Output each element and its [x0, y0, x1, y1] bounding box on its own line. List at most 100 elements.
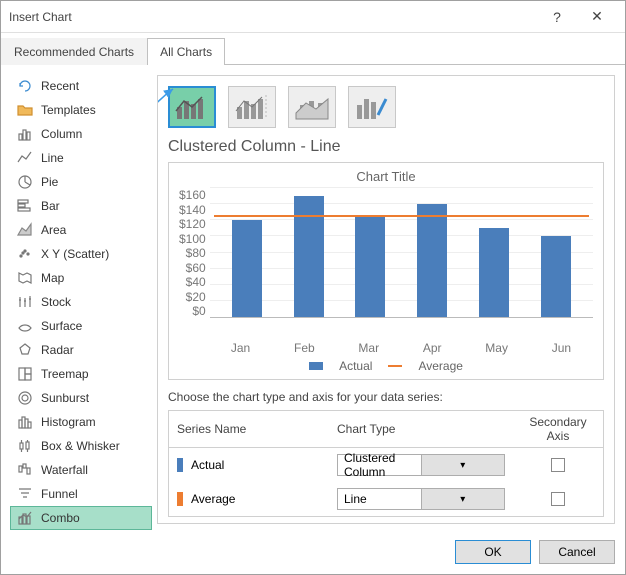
sidebar-item-label: Box & Whisker	[41, 439, 120, 453]
sidebar-item-box-whisker[interactable]: Box & Whisker	[11, 435, 151, 457]
sidebar-item-stock[interactable]: Stock	[11, 291, 151, 313]
header-series-name: Series Name	[169, 418, 329, 440]
dialog-title: Insert Chart	[9, 10, 537, 24]
sidebar-item-waterfall[interactable]: Waterfall	[11, 459, 151, 481]
bar-chart-icon	[17, 198, 33, 214]
stock-chart-icon	[17, 294, 33, 310]
waterfall-chart-icon	[17, 462, 33, 478]
sidebar-item-label: Line	[41, 151, 64, 165]
sidebar-item-bar[interactable]: Bar	[11, 195, 151, 217]
sidebar-item-label: Map	[41, 271, 64, 285]
tab-strip: Recommended Charts All Charts	[1, 33, 625, 65]
recent-icon	[17, 78, 33, 94]
scatter-chart-icon	[17, 246, 33, 262]
sidebar-item-recent[interactable]: Recent	[11, 75, 151, 97]
sidebar-item-label: Funnel	[41, 487, 78, 501]
chart-type-select-average[interactable]: Line▾	[337, 488, 505, 510]
title-bar: Insert Chart ? ✕	[1, 1, 625, 33]
column-chart-icon	[17, 126, 33, 142]
sidebar-item-label: X Y (Scatter)	[41, 247, 109, 261]
series-config-prompt: Choose the chart type and axis for your …	[168, 390, 604, 404]
radar-chart-icon	[17, 342, 33, 358]
sidebar-item-funnel[interactable]: Funnel	[11, 483, 151, 505]
series-name-label: Average	[191, 492, 235, 506]
subtype-custom-combo[interactable]	[348, 86, 396, 128]
cancel-button[interactable]: Cancel	[539, 540, 615, 564]
sidebar-item-pie[interactable]: Pie	[11, 171, 151, 193]
sidebar-item-label: Histogram	[41, 415, 96, 429]
header-secondary-axis: Secondary Axis	[513, 411, 603, 447]
sidebar-item-label: Bar	[41, 199, 60, 213]
secondary-axis-checkbox-average[interactable]	[551, 492, 565, 506]
series-config-table: Series Name Chart Type Secondary Axis Ac…	[168, 410, 604, 517]
series-name-label: Actual	[191, 458, 224, 472]
sidebar-item-label: Area	[41, 223, 66, 237]
help-button[interactable]: ?	[537, 9, 577, 25]
tab-recommended-charts[interactable]: Recommended Charts	[1, 38, 147, 65]
treemap-chart-icon	[17, 366, 33, 382]
close-button[interactable]: ✕	[577, 8, 617, 25]
secondary-axis-checkbox-actual[interactable]	[551, 458, 565, 472]
sidebar-item-label: Radar	[41, 343, 74, 357]
sidebar-item-label: Pie	[41, 175, 58, 189]
sidebar-item-column[interactable]: Column	[11, 123, 151, 145]
series-row-average: Average Line▾	[169, 482, 603, 516]
ok-button[interactable]: OK	[455, 540, 531, 564]
sidebar-item-surface[interactable]: Surface	[11, 315, 151, 337]
sidebar-item-sunburst[interactable]: Sunburst	[11, 387, 151, 409]
sidebar-item-treemap[interactable]: Treemap	[11, 363, 151, 385]
box-whisker-icon	[17, 438, 33, 454]
chart-category-list: Recent Templates Column Line Pie Bar Are…	[11, 75, 151, 524]
sunburst-chart-icon	[17, 390, 33, 406]
sidebar-item-label: Column	[41, 127, 82, 141]
sidebar-item-scatter[interactable]: X Y (Scatter)	[11, 243, 151, 265]
chart-legend: Actual Average	[179, 359, 593, 373]
series-chip-average	[177, 492, 183, 506]
subtype-stacked-area-column[interactable]	[288, 86, 336, 128]
sidebar-item-templates[interactable]: Templates	[11, 99, 151, 121]
chevron-down-icon: ▾	[421, 455, 505, 475]
chevron-down-icon: ▾	[421, 489, 505, 509]
folder-icon	[17, 102, 33, 118]
subtype-clustered-column-line-secondary[interactable]	[228, 86, 276, 128]
legend-swatch-actual	[309, 362, 323, 370]
histogram-chart-icon	[17, 414, 33, 430]
legend-swatch-average	[388, 365, 402, 367]
legend-label-average: Average	[418, 359, 462, 373]
sidebar-item-map[interactable]: Map	[11, 267, 151, 289]
legend-label-actual: Actual	[339, 359, 372, 373]
header-chart-type: Chart Type	[329, 418, 513, 440]
sidebar-item-label: Templates	[41, 103, 96, 117]
surface-chart-icon	[17, 318, 33, 334]
y-axis-labels: $160$140$120$100$80$60$40$20$0	[179, 188, 210, 318]
sidebar-item-label: Treemap	[41, 367, 89, 381]
chart-type-select-actual[interactable]: Clustered Column▾	[337, 454, 505, 476]
sidebar-item-radar[interactable]: Radar	[11, 339, 151, 361]
plot-area	[210, 188, 593, 318]
combo-chart-icon	[17, 510, 33, 526]
series-row-actual: Actual Clustered Column▾	[169, 448, 603, 482]
x-axis-labels: JanFebMarAprMayJun	[209, 338, 593, 355]
line-chart-icon	[17, 150, 33, 166]
sidebar-item-combo[interactable]: Combo	[11, 507, 151, 529]
combo-subtype-row	[168, 86, 604, 128]
sidebar-item-line[interactable]: Line	[11, 147, 151, 169]
sidebar-item-histogram[interactable]: Histogram	[11, 411, 151, 433]
pie-chart-icon	[17, 174, 33, 190]
dialog-footer: OK Cancel	[1, 530, 625, 574]
main-panel: Clustered Column - Line Chart Title $160…	[157, 75, 615, 524]
area-chart-icon	[17, 222, 33, 238]
chart-title: Chart Title	[179, 169, 593, 184]
sidebar-item-label: Waterfall	[41, 463, 88, 477]
sidebar-item-label: Recent	[41, 79, 79, 93]
map-chart-icon	[17, 270, 33, 286]
sidebar-item-area[interactable]: Area	[11, 219, 151, 241]
sidebar-item-label: Stock	[41, 295, 71, 309]
sidebar-item-label: Combo	[41, 511, 80, 525]
funnel-chart-icon	[17, 486, 33, 502]
series-chip-actual	[177, 458, 183, 472]
chart-preview[interactable]: Chart Title $160$140$120$100$80$60$40$20…	[168, 162, 604, 380]
subtype-title: Clustered Column - Line	[168, 138, 604, 156]
tab-all-charts[interactable]: All Charts	[147, 38, 225, 65]
subtype-clustered-column-line[interactable]	[168, 86, 216, 128]
